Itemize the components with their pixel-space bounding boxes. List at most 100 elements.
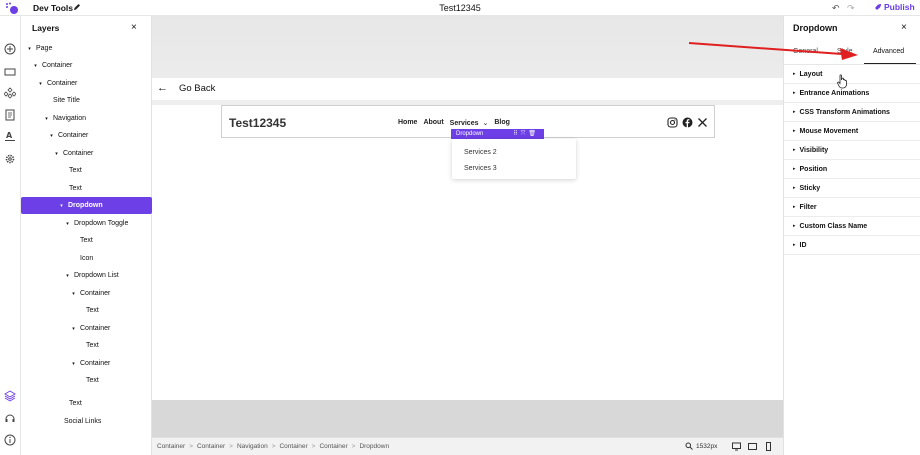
layer-item[interactable]: ▾ Navigation bbox=[21, 110, 152, 127]
close-icon[interactable]: × bbox=[131, 22, 137, 33]
section-entrance-animations[interactable]: ▸ Entrance Animations bbox=[784, 84, 920, 103]
settings-panel: Dropdown × General Style Advanced ▸ Layou… bbox=[783, 16, 920, 455]
layer-label: Text bbox=[69, 400, 82, 407]
facebook-icon[interactable] bbox=[682, 117, 693, 128]
section-sticky[interactable]: ▸ Sticky bbox=[784, 179, 920, 198]
caret-down-icon[interactable]: ▾ bbox=[64, 221, 71, 227]
tab-advanced[interactable]: Advanced bbox=[873, 48, 904, 55]
element-tools-icon[interactable]: ⠿⤧🗑 bbox=[513, 130, 539, 138]
layer-item[interactable]: ▾ Container bbox=[21, 57, 152, 74]
section-css-transform-animations[interactable]: ▸ CSS Transform Animations bbox=[784, 103, 920, 122]
editor-canvas[interactable]: ← Go Back Test12345 Home About Services ⌄… bbox=[152, 16, 783, 455]
caret-down-icon[interactable]: ▾ bbox=[70, 361, 77, 367]
pages-icon[interactable] bbox=[4, 109, 16, 121]
dropdown-item[interactable]: Services 3 bbox=[464, 165, 497, 172]
section-custom-class-name[interactable]: ▸ Custom Class Name bbox=[784, 217, 920, 236]
section-id[interactable]: ▸ ID bbox=[784, 236, 920, 255]
layer-label: Container bbox=[80, 290, 111, 297]
layout-icon[interactable] bbox=[4, 66, 16, 78]
components-icon[interactable] bbox=[4, 87, 16, 99]
layer-item[interactable]: Text bbox=[21, 162, 152, 179]
section-label: Layout bbox=[799, 70, 823, 78]
caret-down-icon[interactable]: ▾ bbox=[70, 291, 77, 297]
layer-label: Text bbox=[86, 342, 99, 349]
section-filter[interactable]: ▸ Filter bbox=[784, 198, 920, 217]
layer-item[interactable]: ▾ Container bbox=[21, 355, 152, 372]
caret-right-icon: ▸ bbox=[793, 128, 796, 134]
search-icon bbox=[685, 442, 693, 450]
add-element-icon[interactable] bbox=[4, 43, 16, 55]
caret-down-icon[interactable]: ▾ bbox=[37, 81, 44, 87]
caret-down-icon[interactable]: ▾ bbox=[64, 273, 71, 279]
redo-icon[interactable]: ↷ bbox=[847, 3, 855, 14]
caret-down-icon[interactable]: ▾ bbox=[26, 46, 33, 52]
tablet-icon[interactable] bbox=[748, 442, 757, 451]
caret-down-icon[interactable]: ▾ bbox=[53, 151, 60, 157]
layer-item[interactable]: Text bbox=[21, 180, 152, 197]
undo-icon[interactable]: ↶ bbox=[832, 3, 840, 14]
close-icon[interactable]: × bbox=[901, 22, 907, 33]
settings-gear-icon[interactable] bbox=[4, 153, 16, 165]
layer-item[interactable]: ▾ Container bbox=[21, 127, 152, 144]
layer-item[interactable]: Social Links bbox=[21, 413, 152, 430]
layer-item[interactable]: ▾ Container bbox=[21, 145, 152, 162]
caret-down-icon[interactable]: ▾ bbox=[58, 203, 65, 209]
caret-down-icon[interactable]: ▾ bbox=[32, 63, 39, 69]
layer-item[interactable]: ▾ Container bbox=[21, 75, 152, 92]
publish-button[interactable]: Publish bbox=[874, 2, 915, 12]
breadcrumb-item[interactable]: Container bbox=[157, 443, 185, 450]
layer-item[interactable]: Text bbox=[21, 372, 152, 389]
layer-item[interactable]: Icon bbox=[21, 250, 152, 267]
typography-icon[interactable]: A bbox=[4, 130, 16, 142]
breadcrumb-separator: > bbox=[311, 443, 316, 450]
go-back-button[interactable]: Go Back bbox=[179, 83, 215, 94]
section-mouse-movement[interactable]: ▸ Mouse Movement bbox=[784, 122, 920, 141]
layer-item[interactable]: ▾ Dropdown List bbox=[21, 267, 152, 284]
section-visibility[interactable]: ▸ Visibility bbox=[784, 141, 920, 160]
caret-down-icon[interactable]: ▾ bbox=[70, 326, 77, 332]
x-twitter-icon[interactable] bbox=[697, 117, 708, 128]
nav-link-about[interactable]: About bbox=[423, 119, 443, 127]
dropdown-list[interactable]: Services 2 Services 3 bbox=[452, 139, 576, 179]
desktop-icon[interactable] bbox=[732, 442, 741, 451]
caret-down-icon[interactable]: ▾ bbox=[48, 133, 55, 139]
breadcrumb-item[interactable]: Container bbox=[197, 443, 225, 450]
layer-item[interactable]: ▾ Container bbox=[21, 285, 152, 302]
site-navigation[interactable]: Home About Services ⌄ Blog bbox=[398, 119, 510, 127]
selected-element-toolbar[interactable]: Dropdown ⠿⤧🗑 bbox=[451, 129, 544, 139]
layer-item[interactable]: Site Title bbox=[21, 92, 152, 109]
breadcrumb-item[interactable]: Dropdown bbox=[359, 443, 389, 450]
mobile-icon[interactable] bbox=[764, 442, 773, 451]
nav-link-home[interactable]: Home bbox=[398, 119, 417, 127]
layer-item[interactable]: ▾ Container bbox=[21, 320, 152, 337]
info-icon[interactable] bbox=[4, 434, 16, 446]
page-preview[interactable]: Test12345 Home About Services ⌄ Blog Drop… bbox=[152, 105, 783, 400]
breadcrumb-item[interactable]: Navigation bbox=[237, 443, 268, 450]
breadcrumb-item[interactable]: Container bbox=[319, 443, 347, 450]
layer-item[interactable]: Text bbox=[21, 302, 152, 319]
tab-general[interactable]: General bbox=[793, 48, 818, 55]
layer-item[interactable]: Text bbox=[21, 337, 152, 354]
layer-item[interactable]: ▾ Dropdown Toggle bbox=[21, 215, 152, 232]
layer-item-selected[interactable]: ▾ Dropdown bbox=[21, 197, 152, 214]
layer-item[interactable]: ▾ Page bbox=[21, 40, 152, 57]
layers-stack-icon[interactable] bbox=[4, 390, 16, 402]
section-layout[interactable]: ▸ Layout bbox=[784, 65, 920, 84]
section-position[interactable]: ▸ Position bbox=[784, 160, 920, 179]
nav-link-services[interactable]: Services ⌄ bbox=[450, 119, 489, 127]
breadcrumb-item[interactable]: Container bbox=[279, 443, 307, 450]
layer-item[interactable]: Text bbox=[21, 395, 152, 412]
nav-link-blog[interactable]: Blog bbox=[494, 119, 510, 127]
support-headset-icon[interactable] bbox=[4, 412, 16, 424]
layer-label: Text bbox=[86, 377, 99, 384]
zoom-readout[interactable]: 1532px bbox=[685, 442, 717, 450]
tool-rail: A bbox=[0, 16, 21, 455]
chevron-down-icon[interactable]: ⌄ bbox=[482, 120, 488, 127]
caret-down-icon[interactable]: ▾ bbox=[43, 116, 50, 122]
layer-item[interactable]: Text bbox=[21, 232, 152, 249]
tab-style[interactable]: Style bbox=[837, 48, 853, 55]
instagram-icon[interactable] bbox=[667, 117, 678, 128]
dropdown-item[interactable]: Services 2 bbox=[464, 149, 497, 156]
site-title[interactable]: Test12345 bbox=[229, 116, 286, 130]
arrow-left-icon[interactable]: ← bbox=[157, 82, 168, 94]
